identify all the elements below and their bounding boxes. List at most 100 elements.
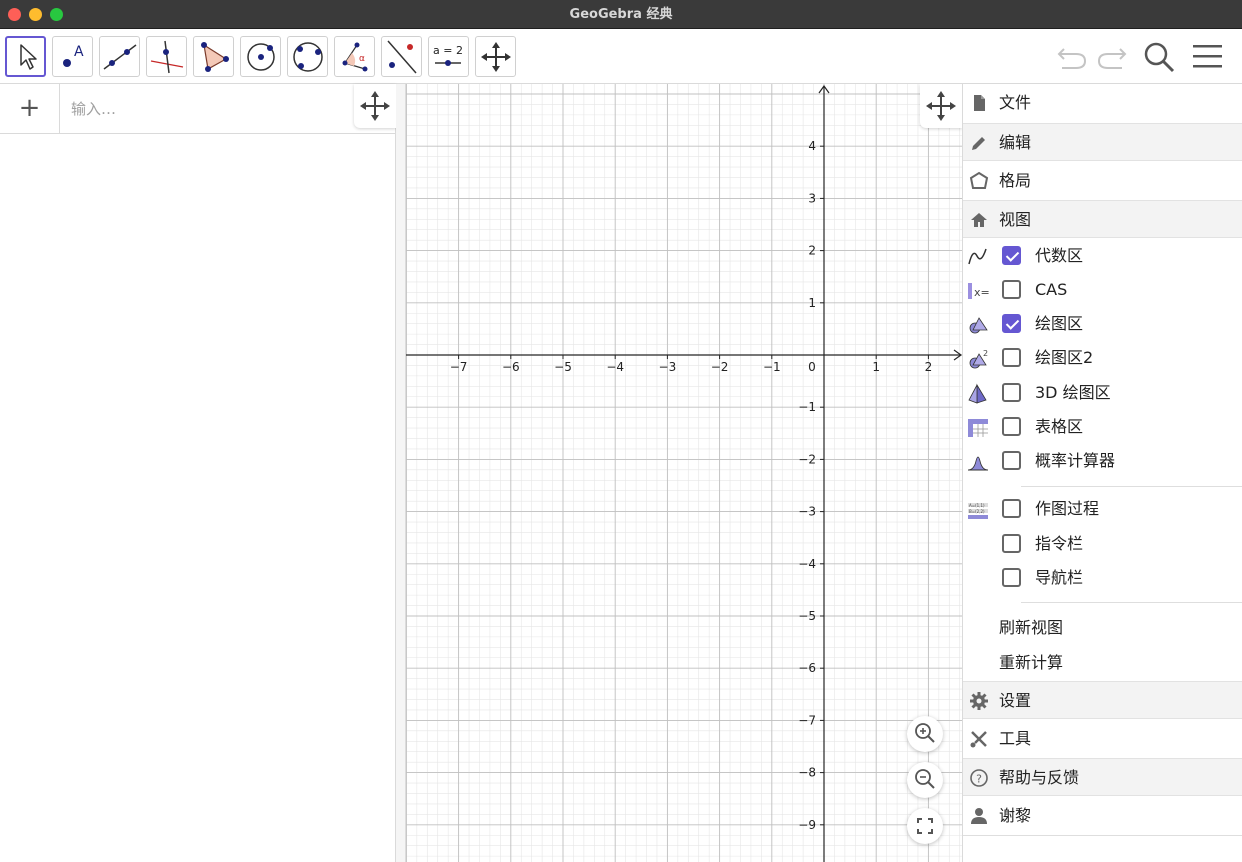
x-tick-label: −1	[763, 360, 781, 374]
point-tool[interactable]: A	[52, 36, 93, 77]
redo-icon[interactable]	[1094, 41, 1128, 71]
reflect-icon	[387, 40, 417, 74]
menu-tools-label: 工具	[999, 729, 1032, 748]
polygon-tool[interactable]	[193, 36, 234, 77]
menu-edit[interactable]: 编辑	[963, 123, 1242, 161]
pencil-icon	[972, 137, 985, 150]
y-tick-label: −3	[798, 505, 816, 519]
view-input-bar-checkbox[interactable]	[1002, 534, 1021, 553]
svg-text:?: ?	[976, 773, 982, 786]
graphics-view-icon	[969, 317, 988, 334]
home-icon	[971, 213, 987, 227]
view-input-bar-item[interactable]: 指令栏	[963, 527, 1242, 561]
view-algebra-checkbox[interactable]	[1002, 246, 1021, 265]
menu-layout-label: 格局	[999, 171, 1032, 190]
circle-center-icon	[247, 43, 275, 71]
slider-icon: a = 2	[433, 44, 463, 66]
panel-divider[interactable]	[396, 84, 406, 862]
view-spreadsheet-label: 表格区	[1035, 417, 1084, 436]
menu-view[interactable]: 视图	[963, 200, 1242, 238]
search-icon[interactable]	[1142, 40, 1176, 74]
view-navigation-bar-label: 导航栏	[1035, 568, 1084, 587]
svg-text:A=(1,1): A=(1,1)	[969, 503, 985, 508]
x-tick-label: −3	[659, 360, 677, 374]
view-algebra-item[interactable]: 代数区	[963, 239, 1242, 273]
circle-tool[interactable]	[240, 36, 281, 77]
polygon-icon	[201, 42, 229, 72]
zoom-out-button[interactable]	[907, 762, 943, 798]
view-3d-item[interactable]: 3D 绘图区	[963, 376, 1242, 410]
svg-text:x=: x=	[974, 286, 989, 299]
x-tick-label: −5	[554, 360, 572, 374]
menu-separator	[1021, 602, 1242, 603]
file-icon	[974, 95, 985, 111]
line-icon	[103, 44, 137, 70]
x-tick-label: −7	[450, 360, 468, 374]
spreadsheet-icon	[968, 419, 988, 437]
view-graphics-item[interactable]: 绘图区	[963, 307, 1242, 341]
circle-three-points-tool[interactable]	[287, 36, 328, 77]
view-construction-protocol-checkbox[interactable]	[1002, 499, 1021, 518]
gear-icon	[970, 692, 988, 710]
geogebra-window: GeoGebra 经典 A α a = 2 + 输入… −7 −6 −5 −4 …	[0, 0, 1242, 862]
x-tick-label: −2	[711, 360, 729, 374]
x-tick-label: 2	[925, 360, 933, 374]
move-arrows-icon	[481, 42, 511, 72]
help-icon: ?	[970, 769, 988, 787]
view-graphics2-label: 绘图区2	[1035, 348, 1094, 367]
graphics-view-move-button[interactable]	[920, 84, 962, 128]
menu-tools[interactable]: 工具	[963, 720, 1242, 758]
move-graphics-tool[interactable]	[475, 36, 516, 77]
view-graphics2-checkbox[interactable]	[1002, 348, 1021, 367]
refresh-views-label: 刷新视图	[999, 618, 1064, 637]
view-probability-item[interactable]: 概率计算器	[963, 444, 1242, 478]
view-graphics-checkbox[interactable]	[1002, 314, 1021, 333]
algebra-view-move-button[interactable]	[354, 84, 396, 128]
menu-file[interactable]: 文件	[963, 84, 1242, 122]
angle-icon: α	[342, 42, 368, 72]
algebra-input[interactable]	[61, 84, 351, 134]
view-3d-checkbox[interactable]	[1002, 383, 1021, 402]
reflect-tool[interactable]	[381, 36, 422, 77]
recompute-item[interactable]: 重新计算	[963, 646, 1242, 680]
view-probability-label: 概率计算器	[1035, 451, 1116, 470]
add-object-button[interactable]: +	[0, 84, 60, 134]
menu-settings[interactable]: 设置	[963, 681, 1242, 719]
perpendicular-tool[interactable]	[146, 36, 187, 77]
view-navigation-bar-checkbox[interactable]	[1002, 568, 1021, 587]
zoom-in-button[interactable]	[907, 716, 943, 752]
menu-user[interactable]: 谢黎	[963, 797, 1242, 835]
view-graphics2-item[interactable]: 2 绘图区2	[963, 341, 1242, 375]
view-construction-protocol-item[interactable]: A=(1,1) B=(2,2) 作图过程	[963, 492, 1242, 526]
zoom-out-icon	[915, 769, 935, 789]
move-tool[interactable]	[5, 36, 46, 77]
refresh-views-item[interactable]: 刷新视图	[963, 611, 1242, 645]
menu-icon[interactable]	[1192, 43, 1224, 71]
menu-layout[interactable]: 格局	[963, 162, 1242, 200]
view-cas-checkbox[interactable]	[1002, 280, 1021, 299]
svg-text:B=(2,2): B=(2,2)	[969, 509, 985, 514]
algebra-view: +	[0, 84, 396, 862]
toolbar: A α a = 2	[0, 29, 1242, 84]
view-navigation-bar-item[interactable]: 导航栏	[963, 561, 1242, 595]
view-spreadsheet-item[interactable]: 表格区	[963, 410, 1242, 444]
graphics-view[interactable]: −7 −6 −5 −4 −3 −2 −1 0 1 2 4 3 2 1 −1 −2 −3 −4 −5 −6 −7 −8 −9	[406, 84, 962, 862]
view-cas-item[interactable]: x= CAS	[963, 273, 1242, 307]
cas-view-icon: x=	[968, 283, 989, 299]
menu-help-label: 帮助与反馈	[999, 768, 1080, 787]
undo-icon[interactable]	[1056, 41, 1090, 71]
y-tick-label: 1	[808, 296, 816, 310]
user-icon	[971, 808, 987, 824]
move-arrows-icon	[360, 91, 390, 121]
slider-tool[interactable]: a = 2	[428, 36, 469, 77]
menu-help[interactable]: ? 帮助与反馈	[963, 758, 1242, 796]
angle-tool[interactable]: α	[334, 36, 375, 77]
fullscreen-button[interactable]	[907, 808, 943, 844]
fullscreen-icon	[917, 818, 933, 834]
3d-graphics-icon	[968, 383, 987, 404]
line-tool[interactable]	[99, 36, 140, 77]
view-probability-checkbox[interactable]	[1002, 451, 1021, 470]
y-tick-label: −1	[798, 400, 816, 414]
main-menu: 文件 编辑 格局 视图 代数区 x= CAS 绘图区 2 绘图区2 3D 绘图区…	[962, 84, 1242, 862]
view-spreadsheet-checkbox[interactable]	[1002, 417, 1021, 436]
